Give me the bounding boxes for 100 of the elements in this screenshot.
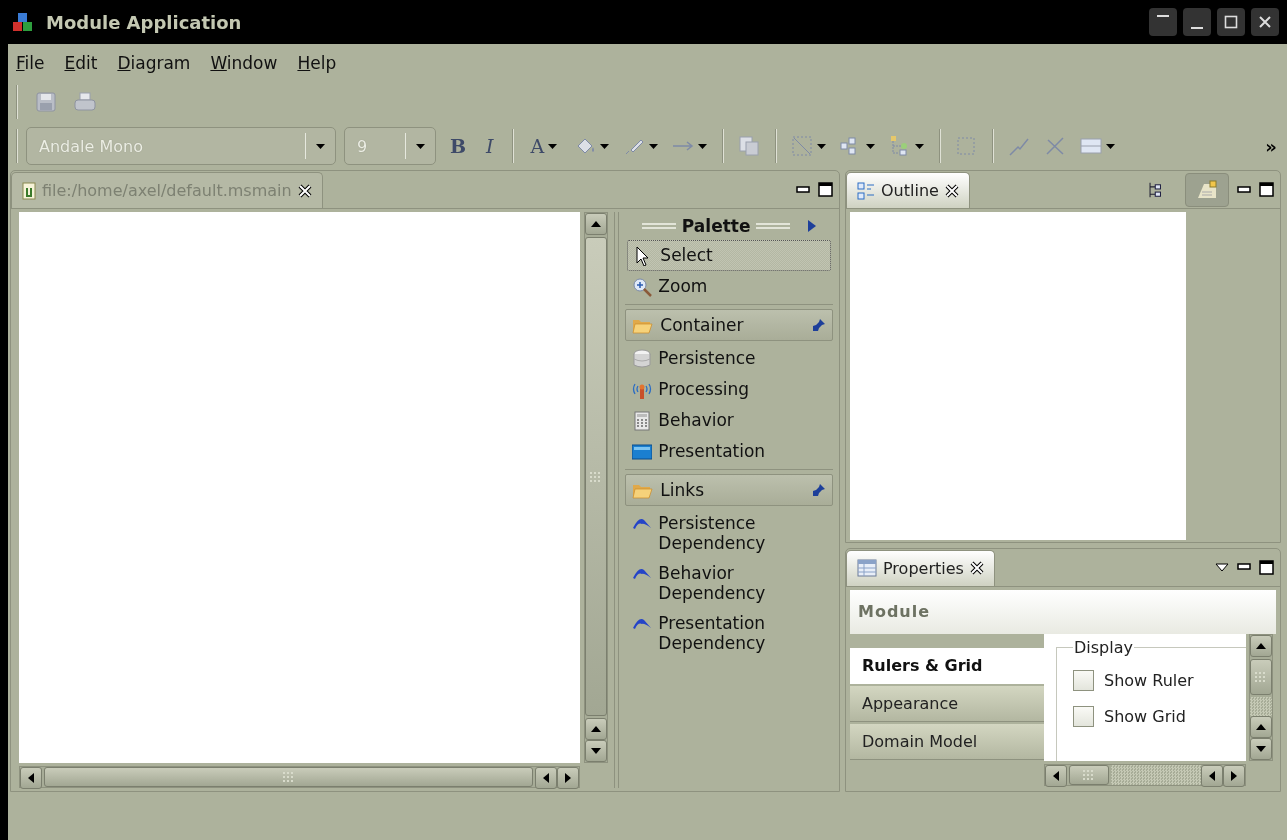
- section-tab[interactable]: Rulers & Grid: [850, 647, 1044, 684]
- vertical-scrollbar[interactable]: [584, 212, 609, 763]
- arrow-right-icon: [1231, 770, 1237, 781]
- scroll-down-button[interactable]: [585, 740, 608, 762]
- maximize-icon[interactable]: [818, 182, 833, 197]
- view-menu-icon[interactable]: [1215, 562, 1229, 572]
- window-title: Module Application: [46, 11, 242, 33]
- minimize-icon[interactable]: [796, 185, 810, 194]
- palette-tool[interactable]: Processing: [625, 374, 833, 405]
- grip-icon: [1083, 769, 1095, 780]
- scroll-right-button[interactable]: [1223, 764, 1245, 787]
- caret-icon: [416, 143, 425, 149]
- grip-lines: [756, 223, 791, 229]
- pin-icon[interactable]: [812, 483, 826, 497]
- arrow-up-icon: [591, 221, 602, 227]
- shade-button[interactable]: [1149, 8, 1177, 36]
- properties-title: Module: [850, 589, 1276, 634]
- section-tab[interactable]: Domain Model: [850, 723, 1044, 760]
- arrow-up-icon: [1256, 723, 1266, 730]
- palette-tool[interactable]: Presentation: [625, 436, 833, 467]
- maximize-icon[interactable]: [1259, 182, 1274, 197]
- scroll-left-button[interactable]: [1201, 764, 1223, 787]
- scroll-track[interactable]: [1250, 696, 1272, 716]
- crossing-icon: [1044, 135, 1067, 157]
- minimize-icon[interactable]: [1237, 563, 1251, 572]
- palette-tool[interactable]: Behavior: [625, 405, 833, 436]
- menu-item[interactable]: Edit: [64, 53, 98, 73]
- arrow-up-icon: [1256, 642, 1266, 649]
- menu-item[interactable]: Window: [210, 53, 278, 73]
- group-label: Display: [1073, 637, 1134, 657]
- checkbox[interactable]: [1073, 706, 1094, 728]
- scroll-thumb[interactable]: [1069, 764, 1109, 785]
- pin-icon[interactable]: [812, 318, 826, 332]
- overview-icon: [1196, 179, 1218, 200]
- arrow-up-icon: [591, 726, 602, 732]
- close-button[interactable]: [1251, 8, 1279, 36]
- scroll-right-button[interactable]: [557, 767, 580, 789]
- close-icon[interactable]: [297, 183, 312, 198]
- arrow-left-icon: [1209, 770, 1215, 781]
- more-tools-button[interactable]: »: [1265, 135, 1277, 157]
- table-icon: [857, 559, 877, 578]
- arrow-right-icon: [565, 773, 572, 783]
- palette-drawer[interactable]: Links: [625, 474, 833, 506]
- menu-item[interactable]: Diagram: [117, 53, 191, 73]
- outline-icon: [857, 181, 875, 200]
- scroll-thumb[interactable]: [585, 237, 608, 716]
- horizontal-scrollbar[interactable]: [19, 766, 581, 788]
- section-tab[interactable]: Appearance: [850, 685, 1044, 722]
- triangle-right-icon[interactable]: [808, 220, 817, 232]
- scroll-left-button[interactable]: [20, 767, 42, 789]
- palette-drawer[interactable]: Container: [625, 309, 833, 341]
- scroll-left-button[interactable]: [535, 767, 558, 789]
- scroll-up-button[interactable]: [585, 213, 608, 235]
- scroll-thumb[interactable]: [1250, 658, 1272, 695]
- menu-item[interactable]: Help: [297, 53, 337, 73]
- scroll-up-button[interactable]: [1250, 715, 1272, 738]
- minimize-icon: [1191, 27, 1203, 29]
- menu-item[interactable]: File: [16, 53, 45, 73]
- palette-tool[interactable]: Presentation Dependency: [625, 608, 833, 658]
- palette-tool[interactable]: Behavior Dependency: [625, 558, 833, 608]
- grip-lines: [641, 223, 676, 229]
- scroll-down-button[interactable]: [1250, 737, 1272, 760]
- palette-tool[interactable]: Persistence Dependency: [625, 508, 833, 558]
- minimize-icon[interactable]: [1237, 185, 1251, 194]
- overview-button[interactable]: [1185, 172, 1229, 207]
- font-color-button[interactable]: A: [524, 135, 564, 157]
- palette-tool[interactable]: Select: [627, 240, 831, 271]
- caret-icon: [316, 143, 325, 149]
- scroll-up-button[interactable]: [1250, 634, 1272, 657]
- scroll-left-button[interactable]: [1045, 764, 1067, 787]
- palette-tool[interactable]: Zoom: [625, 271, 833, 302]
- tree-icon: [1149, 181, 1161, 198]
- maximize-button[interactable]: [1217, 8, 1245, 36]
- checkbox[interactable]: [1073, 670, 1094, 692]
- horizontal-scrollbar[interactable]: [1044, 763, 1246, 786]
- arrow-left-icon: [543, 773, 550, 783]
- arrow-down-icon: [1256, 745, 1266, 752]
- arrow-left-icon: [1053, 770, 1059, 781]
- close-icon: [1258, 15, 1272, 29]
- properties-tab[interactable]: Properties: [846, 549, 995, 586]
- caret-icon: [600, 143, 610, 149]
- outline-tab[interactable]: Outline: [846, 172, 970, 208]
- bold-button[interactable]: B: [444, 135, 473, 157]
- scroll-thumb[interactable]: [44, 767, 534, 787]
- app-icon: [12, 12, 34, 32]
- italic-button[interactable]: I: [480, 135, 500, 157]
- caret-icon: [915, 143, 925, 149]
- close-icon[interactable]: [969, 561, 984, 576]
- grip-icon: [1255, 671, 1267, 682]
- scroll-up-button[interactable]: [585, 718, 608, 740]
- close-icon[interactable]: [944, 183, 959, 198]
- minimize-button[interactable]: [1183, 8, 1211, 36]
- copy-format-icon: [738, 135, 761, 157]
- palette-tool[interactable]: Persistence: [625, 343, 833, 374]
- maximize-icon[interactable]: [1259, 559, 1274, 575]
- palette-title: Palette: [681, 216, 751, 236]
- maximize-icon: [1224, 15, 1238, 29]
- calculator-icon: [632, 411, 653, 431]
- vertical-scrollbar[interactable]: [1249, 633, 1273, 761]
- arrow-left-icon: [28, 773, 34, 783]
